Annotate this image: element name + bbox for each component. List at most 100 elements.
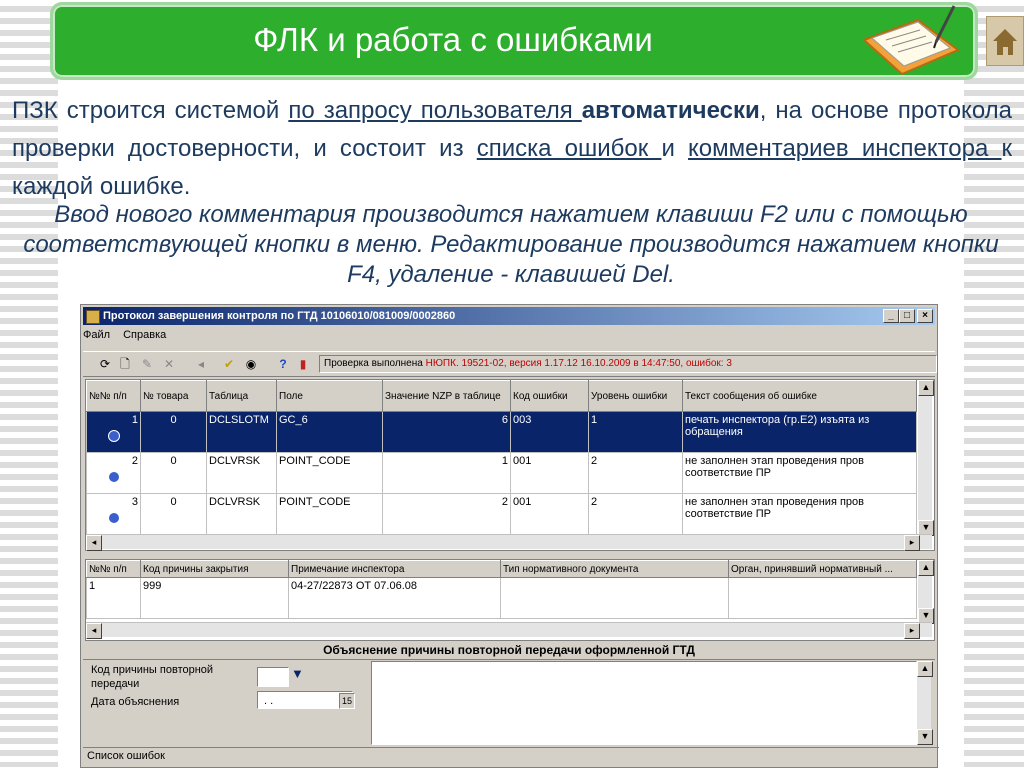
para-text: и bbox=[661, 135, 689, 162]
scroll-up-button[interactable]: ▲ bbox=[918, 560, 934, 576]
back-icon[interactable]: ◂ bbox=[193, 356, 209, 372]
scroll-down-button[interactable]: ▼ bbox=[917, 729, 933, 745]
toolbar: ⟳ 🗋 ✎ ✕ ◂ ✔ ◉ ? ▮ Проверка выполнена НЮП… bbox=[83, 351, 937, 377]
menu-help[interactable]: Справка bbox=[123, 329, 166, 341]
scroll-left-button[interactable]: ◂ bbox=[86, 535, 102, 551]
col-header[interactable]: Код ошибки bbox=[510, 380, 589, 412]
home-icon bbox=[993, 29, 1017, 55]
window-titlebar: Протокол завершения контроля по ГТД 1010… bbox=[83, 307, 935, 325]
minimize-button[interactable]: _ bbox=[883, 309, 899, 323]
table-row[interactable]: 3 0 DCLVRSK POINT_CODE 2 001 2 не заполн… bbox=[86, 493, 917, 535]
col-header[interactable]: Таблица bbox=[206, 380, 277, 412]
slide-title-bar: ФЛК и работа с ошибками bbox=[50, 2, 978, 80]
edit-icon[interactable]: ✎ bbox=[139, 356, 155, 372]
col-header[interactable]: Значение NZP в таблице bbox=[382, 380, 511, 412]
explanation-vscroll[interactable]: ▲ ▼ bbox=[917, 661, 933, 745]
scroll-right-button[interactable]: ▸ bbox=[904, 623, 920, 639]
col-header[interactable]: Код причины закрытия bbox=[140, 560, 289, 578]
col-header[interactable]: № товара bbox=[140, 380, 207, 412]
cell: GC_6 bbox=[276, 411, 383, 453]
check-icon[interactable]: ✔ bbox=[221, 356, 237, 372]
cell: печать инспектора (гр.Е2) изъята из обра… bbox=[682, 411, 917, 453]
window-app-icon bbox=[86, 310, 100, 324]
cell: 001 bbox=[510, 493, 589, 535]
instructions-paragraph: Ввод нового комментария производится наж… bbox=[23, 201, 999, 288]
comment-icon bbox=[107, 471, 120, 483]
comments-grid: №№ п/п Код причины закрытия Примечание и… bbox=[85, 559, 935, 641]
comment-icon bbox=[107, 430, 120, 442]
col-header[interactable]: Тип нормативного документа bbox=[500, 560, 729, 578]
scroll-up-button[interactable]: ▲ bbox=[917, 661, 933, 677]
col-header[interactable]: Поле bbox=[276, 380, 383, 412]
cell: 0 bbox=[140, 411, 207, 453]
errors-table: №№ п/п № товара Таблица Поле Значение NZ… bbox=[86, 380, 917, 535]
scroll-left-button[interactable]: ◂ bbox=[86, 623, 102, 639]
errors-hscroll[interactable]: ◂ ▸ bbox=[86, 534, 932, 551]
protocol-window: Протокол завершения контроля по ГТД 1010… bbox=[80, 304, 939, 768]
table-row[interactable]: 2 0 DCLVRSK POINT_CODE 1 001 2 не заполн… bbox=[86, 452, 917, 494]
home-button[interactable] bbox=[986, 16, 1024, 66]
cell: 0 bbox=[140, 493, 207, 535]
cell bbox=[500, 577, 729, 619]
cell: 3 bbox=[86, 493, 141, 535]
status-prefix: Проверка выполнена bbox=[324, 358, 426, 369]
exit-icon[interactable]: ▮ bbox=[295, 356, 311, 372]
slide-title: ФЛК и работа с ошибками bbox=[253, 21, 653, 58]
comments-hscroll[interactable]: ◂ ▸ bbox=[86, 622, 932, 639]
col-header[interactable]: №№ п/п bbox=[86, 380, 141, 412]
cell: 003 bbox=[510, 411, 589, 453]
cell-text: 3 bbox=[131, 496, 138, 508]
delete-icon[interactable]: ✕ bbox=[161, 356, 177, 372]
para-text: ПЗК строится системой bbox=[12, 97, 289, 124]
col-header[interactable]: Примечание инспектора bbox=[288, 560, 501, 578]
cell: 2 bbox=[382, 493, 511, 535]
col-header[interactable]: Уровень ошибки bbox=[588, 380, 683, 412]
comments-table: №№ п/п Код причины закрытия Примечание и… bbox=[86, 560, 917, 619]
cell: 0 bbox=[140, 452, 207, 494]
help-icon[interactable]: ? bbox=[275, 356, 291, 372]
cell: 001 bbox=[510, 452, 589, 494]
cell: 2 bbox=[588, 452, 683, 494]
cell bbox=[728, 577, 917, 619]
new-document-icon[interactable]: 🗋 bbox=[117, 356, 133, 372]
cell: 999 bbox=[140, 577, 289, 619]
cell: не заполнен этап проведения пров соответ… bbox=[682, 452, 917, 494]
cell: 2 bbox=[588, 493, 683, 535]
table-row[interactable]: 1 999 04-27/22873 ОТ 07.06.08 bbox=[86, 577, 917, 619]
cell: DCLSLOTM bbox=[206, 411, 277, 453]
status-value: НЮПК. 19521-02, версия 1.17.12 16.10.200… bbox=[425, 358, 732, 369]
explanation-header: Объяснение причины повторной передачи оф… bbox=[83, 641, 935, 660]
close-button[interactable]: × bbox=[917, 309, 933, 323]
cell: POINT_CODE bbox=[276, 452, 383, 494]
errors-vscroll[interactable]: ▲ ▼ bbox=[918, 380, 934, 536]
date-label: Дата объяснения bbox=[91, 696, 180, 708]
comment-icon bbox=[107, 512, 120, 524]
refresh-icon[interactable]: ⟳ bbox=[97, 356, 113, 372]
col-header[interactable]: Орган, принявший нормативный ... bbox=[728, 560, 917, 578]
col-header[interactable]: №№ п/п bbox=[86, 560, 141, 578]
table-row[interactable]: 1 0 DCLSLOTM GC_6 6 003 1 печать инспект… bbox=[86, 411, 917, 453]
error-list-link: списка ошибок bbox=[476, 135, 662, 162]
cell: 1 bbox=[588, 411, 683, 453]
clipboard-icon bbox=[862, 5, 960, 76]
menu-file[interactable]: Файл bbox=[83, 329, 110, 341]
cell: 2 bbox=[86, 452, 141, 494]
cell: 04-27/22873 ОТ 07.06.08 bbox=[288, 577, 501, 619]
user-request-link: по запросу пользователя bbox=[288, 97, 582, 124]
reason-code-input[interactable] bbox=[257, 667, 289, 687]
window-title: Протокол завершения контроля по ГТД 1010… bbox=[103, 310, 456, 322]
errors-grid: №№ п/п № товара Таблица Поле Значение NZ… bbox=[85, 379, 935, 551]
check-status: Проверка выполнена НЮПК. 19521-02, верси… bbox=[319, 355, 937, 373]
scroll-up-button[interactable]: ▲ bbox=[918, 380, 934, 396]
col-header[interactable]: Текст сообщения об ошибке bbox=[682, 380, 917, 412]
calendar-icon[interactable]: 15 bbox=[339, 693, 355, 709]
scroll-right-button[interactable]: ▸ bbox=[904, 535, 920, 551]
dropdown-arrow-icon[interactable]: ▼ bbox=[291, 667, 304, 681]
cell: DCLVRSK bbox=[206, 452, 277, 494]
inspector-comments-link: комментариев инспектора bbox=[688, 135, 1002, 162]
view-icon[interactable]: ◉ bbox=[243, 356, 259, 372]
comments-vscroll[interactable]: ▲ ▼ bbox=[918, 560, 934, 624]
maximize-button[interactable]: □ bbox=[899, 309, 915, 323]
explanation-textarea[interactable] bbox=[371, 661, 917, 745]
menu-bar: Файл Справка bbox=[83, 329, 176, 347]
